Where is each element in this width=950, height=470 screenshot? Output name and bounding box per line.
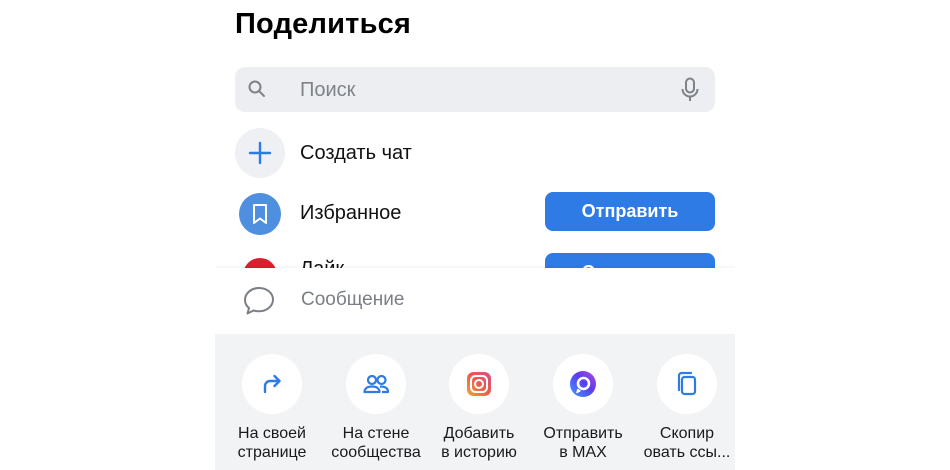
action-add-story-label: Добавить в историю	[441, 425, 517, 461]
bookmark-icon	[253, 204, 267, 224]
instagram-icon	[467, 372, 491, 396]
plus-icon	[248, 141, 272, 165]
action-copy-link-circle[interactable]	[657, 354, 717, 414]
action-add-story[interactable]: Добавить в историю	[427, 354, 531, 462]
message-input[interactable]: Сообщение	[301, 289, 404, 311]
action-send-max-label: Отправить в MAX	[543, 425, 623, 461]
action-community-wall[interactable]: На стене сообщества	[324, 354, 428, 462]
action-community-wall-label: На стене сообщества	[331, 425, 421, 461]
favorites-send-button[interactable]: Отправить	[545, 192, 715, 231]
community-icon	[363, 374, 390, 394]
create-chat-icon-wrap[interactable]	[235, 128, 285, 178]
action-own-page[interactable]: На своей странице	[220, 354, 324, 462]
favorites-label: Избранное	[300, 202, 402, 224]
action-copy-link[interactable]: Скопир овать ссы...	[635, 354, 735, 462]
copy-icon	[677, 371, 697, 396]
action-add-story-circle[interactable]	[449, 354, 509, 414]
search-icon	[248, 80, 265, 97]
action-community-wall-circle[interactable]	[346, 354, 406, 414]
share-actions: На своей странице На стене сообщества До…	[215, 334, 735, 470]
action-copy-link-label: Скопир овать ссы...	[643, 425, 731, 461]
favorites-avatar	[239, 193, 281, 235]
microphone-icon[interactable]	[680, 77, 700, 103]
action-send-max-circle[interactable]	[553, 354, 613, 414]
max-icon	[570, 371, 596, 397]
share-arrow-icon	[263, 374, 281, 394]
share-bottom-panel: Сообщение На своей странице На стене соо…	[215, 268, 735, 470]
search-input[interactable]: Поиск	[300, 79, 355, 102]
message-bubble-icon	[244, 287, 274, 315]
action-own-page-label: На своей странице	[237, 425, 307, 461]
action-own-page-circle[interactable]	[242, 354, 302, 414]
share-sheet: Поделиться Поиск Создать чат Избранное О…	[215, 0, 735, 470]
create-chat-label[interactable]: Создать чат	[300, 142, 412, 165]
search-bar[interactable]: Поиск	[235, 67, 715, 112]
message-row[interactable]: Сообщение	[215, 268, 735, 334]
action-send-max[interactable]: Отправить в MAX	[531, 354, 635, 462]
sheet-title: Поделиться	[235, 8, 412, 40]
